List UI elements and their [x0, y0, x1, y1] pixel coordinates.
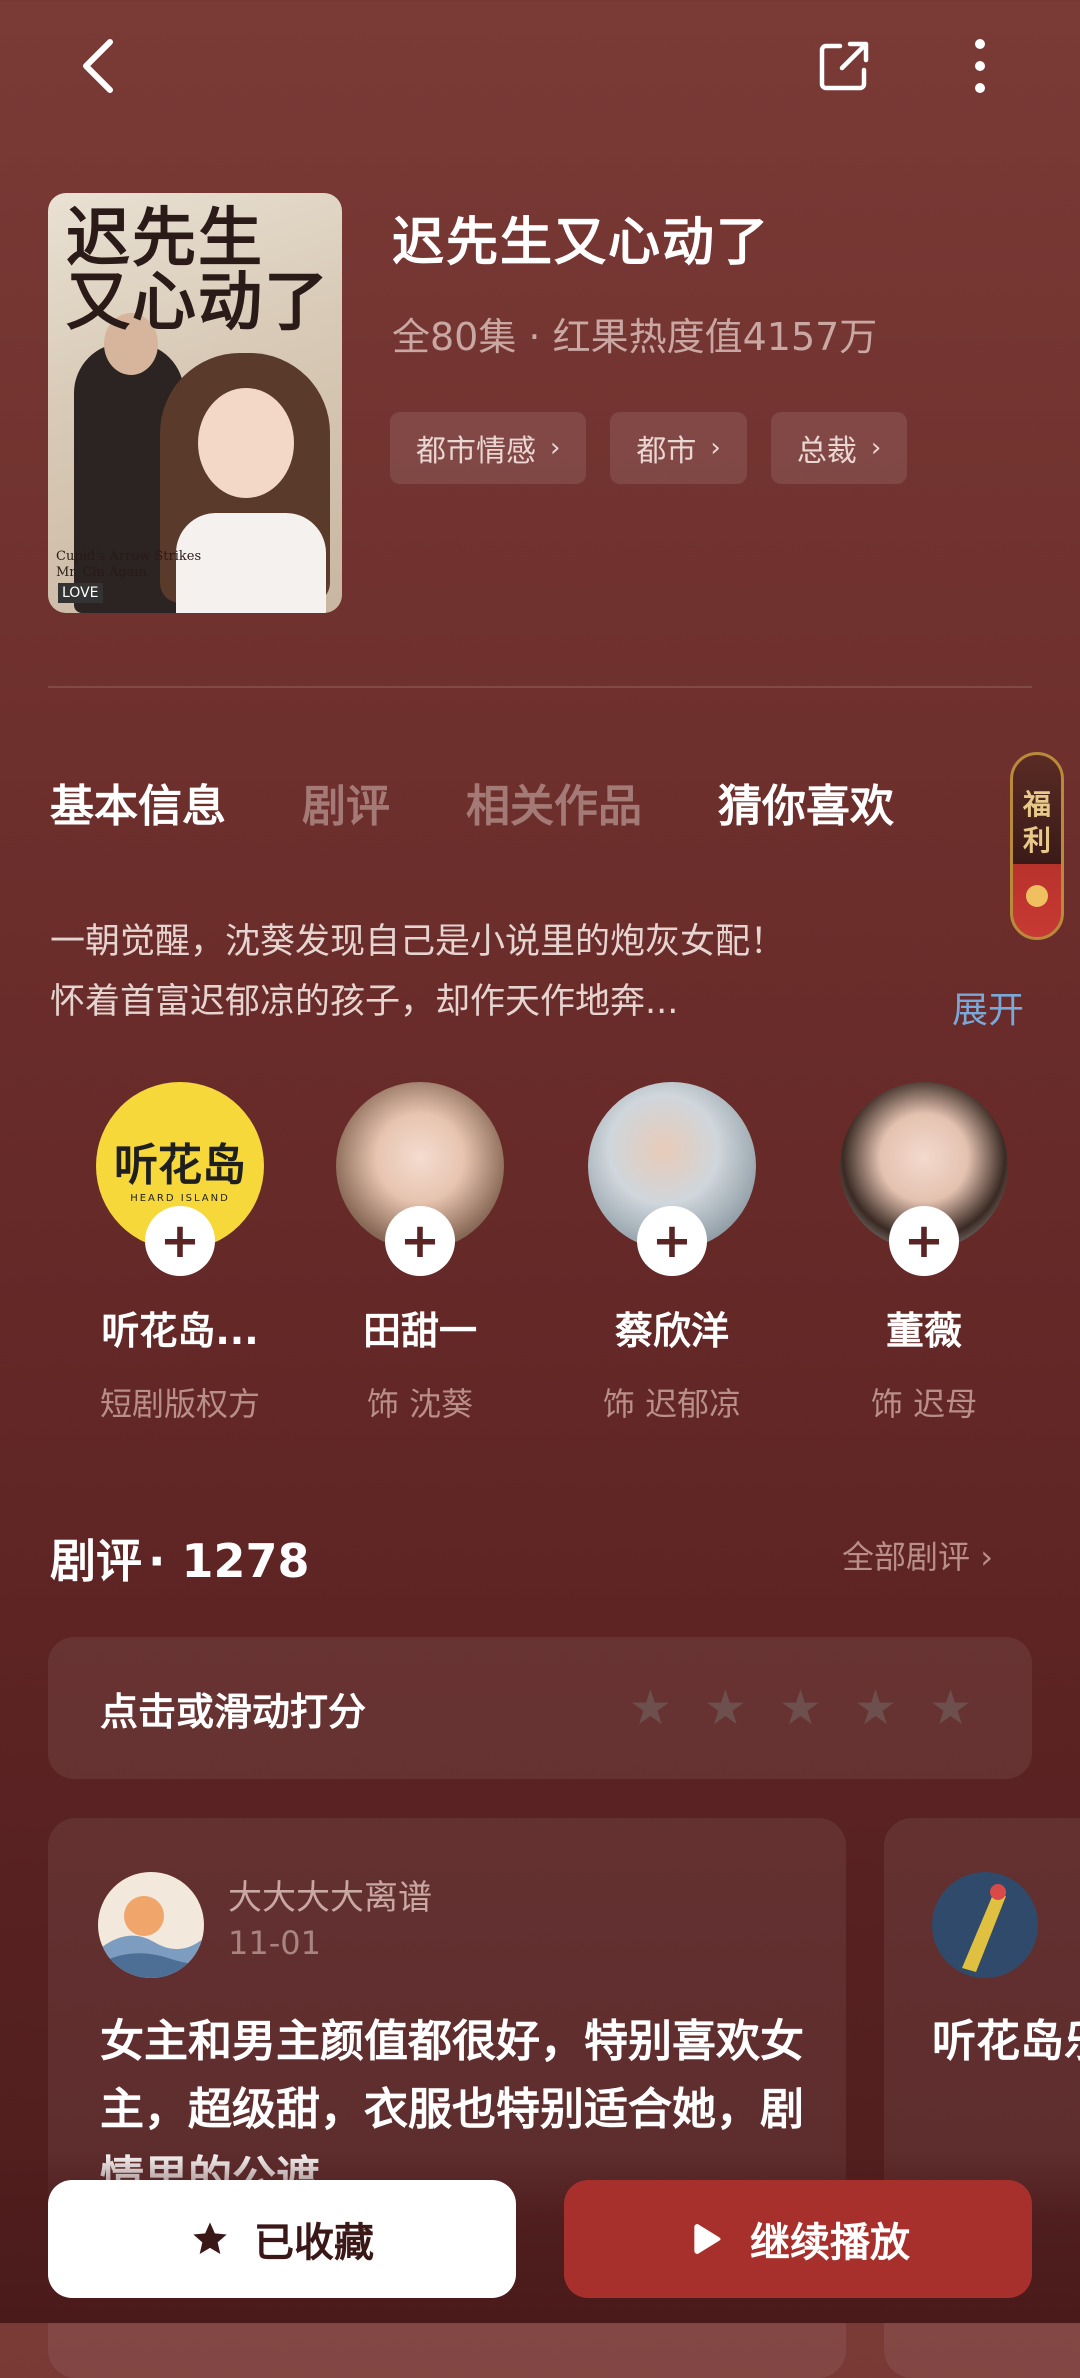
tag-chip[interactable]: 都市 ›	[610, 412, 747, 484]
poster-english-title: Cupid's Arrow Strikes Mr. Chi Again	[56, 549, 202, 580]
star-icon	[190, 2219, 230, 2259]
chevron-right-icon: ›	[710, 433, 721, 463]
tab-reviews[interactable]: 剧评	[302, 770, 390, 834]
red-envelope-icon	[1026, 885, 1048, 907]
poster-stamp: LOVE	[58, 583, 103, 603]
cast-member[interactable]: + 田甜一 饰 沈葵	[320, 1082, 520, 1425]
chevron-right-icon: ›	[870, 433, 882, 463]
reviews-heading: 剧评 · 1278	[50, 1534, 310, 1588]
play-icon	[686, 2219, 726, 2259]
divider	[48, 686, 1032, 688]
star-icon[interactable]: ★	[629, 1680, 672, 1736]
follow-plus-icon[interactable]: +	[889, 1206, 959, 1276]
all-reviews-link[interactable]: 全部剧评 ›	[842, 1532, 993, 1578]
more-button[interactable]	[948, 34, 1012, 98]
review-username: 大大大大离谱	[228, 1878, 432, 1918]
cast-member[interactable]: + 董薇 饰 迟母	[824, 1082, 1024, 1425]
back-arrow-icon	[83, 39, 113, 93]
continue-play-button[interactable]: 继续播放	[564, 2180, 1032, 2298]
star-icon[interactable]: ★	[779, 1680, 822, 1736]
star-icon[interactable]: ★	[704, 1680, 747, 1736]
follow-plus-icon[interactable]: +	[145, 1206, 215, 1276]
tab-basic-info[interactable]: 基本信息	[50, 770, 226, 834]
back-button[interactable]	[66, 34, 130, 98]
avatar: +	[336, 1082, 504, 1276]
review-date: 11-01	[228, 1924, 321, 1962]
avatar	[98, 1872, 204, 1978]
drama-meta: 全80集 · 红果热度值4157万	[392, 315, 878, 359]
review-text: 听花岛乐的小蔡欣洋	[932, 2016, 1080, 2067]
chevron-right-icon: ›	[970, 1538, 993, 1576]
share-icon	[819, 41, 869, 91]
favorite-button[interactable]: 已收藏	[48, 2180, 516, 2298]
rating-stars[interactable]: ★ ★ ★ ★ ★	[629, 1680, 972, 1736]
cast-list: 听花岛 HEARD ISLAND + 听花岛... 短剧版权方 + 田甜一 饰 …	[50, 1082, 1050, 1425]
tag-chip[interactable]: 都市情感 ›	[390, 412, 587, 484]
synopsis: 一朝觉醒，沈葵发现自己是小说里的炮灰女配！ 怀着首富迟郁凉的孩子，却作天作地奔.…	[50, 922, 786, 1022]
avatar: +	[840, 1082, 1008, 1276]
follow-plus-icon[interactable]: +	[637, 1206, 707, 1276]
follow-plus-icon[interactable]: +	[385, 1206, 455, 1276]
more-vertical-icon	[975, 39, 985, 93]
poster-actress-face	[198, 388, 294, 498]
star-icon[interactable]: ★	[929, 1680, 972, 1736]
avatar: +	[588, 1082, 756, 1276]
poster-title: 迟先生 又心动了	[66, 201, 330, 340]
avatar: 听花岛 HEARD ISLAND +	[96, 1082, 264, 1276]
tab-related-works[interactable]: 相关作品	[466, 770, 642, 834]
cast-member[interactable]: + 蔡欣洋 饰 迟郁凉	[572, 1082, 772, 1425]
drama-title: 迟先生又心动了	[392, 213, 771, 273]
rating-box[interactable]: 点击或滑动打分 ★ ★ ★ ★ ★	[48, 1637, 1032, 1779]
tag-list: 都市情感 › 都市 › 总裁 ›	[390, 412, 908, 484]
star-icon[interactable]: ★	[854, 1680, 897, 1736]
tag-chip[interactable]: 总裁 ›	[770, 412, 908, 484]
cast-member[interactable]: 听花岛 HEARD ISLAND + 听花岛... 短剧版权方	[80, 1082, 280, 1425]
chevron-right-icon: ›	[550, 433, 561, 463]
expand-link[interactable]: 展开	[952, 981, 1024, 1033]
tab-bar: 基本信息 剧评 相关作品 猜你喜欢	[50, 770, 970, 834]
drama-poster[interactable]: 迟先生 又心动了 Cupid's Arrow Strikes Mr. Chi A…	[48, 193, 342, 613]
share-button[interactable]	[812, 34, 876, 98]
tab-recommendations[interactable]: 猜你喜欢	[718, 770, 894, 834]
avatar	[932, 1872, 1038, 1978]
